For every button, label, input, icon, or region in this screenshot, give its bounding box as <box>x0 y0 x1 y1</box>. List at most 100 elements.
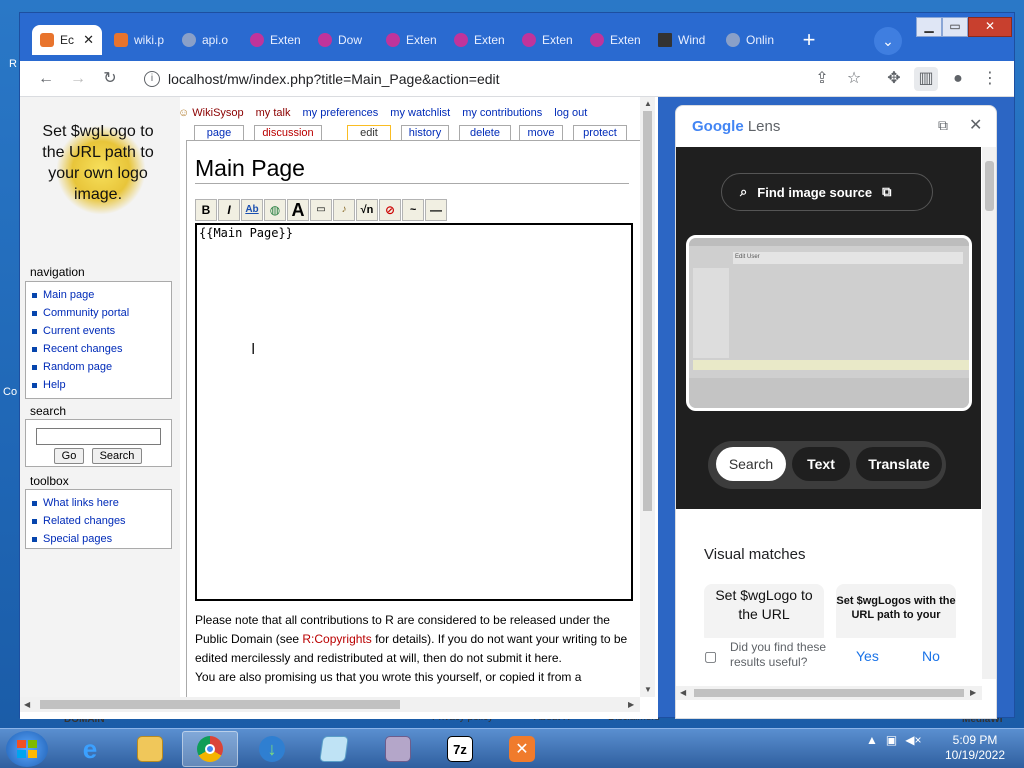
address-bar[interactable]: i localhost/mw/index.php?title=Main_Page… <box>134 65 864 93</box>
reload-icon[interactable]: ↻ <box>98 67 122 91</box>
search-button[interactable]: Search <box>92 448 142 464</box>
nav-recent-changes[interactable]: Recent changes <box>32 340 171 358</box>
scrollbar-thumb[interactable] <box>694 689 964 697</box>
embedded-image-icon[interactable]: ▭ <box>310 199 332 221</box>
tab[interactable]: Exten <box>242 25 310 55</box>
tab-history[interactable]: history <box>401 125 449 140</box>
media-file-icon[interactable]: ♪ <box>333 199 355 221</box>
maximize-button[interactable]: ▭ <box>942 17 968 37</box>
external-link-globe-icon[interactable]: ◍ <box>264 199 286 221</box>
go-button[interactable]: Go <box>54 448 84 464</box>
scroll-left-icon[interactable]: ◀ <box>24 700 30 709</box>
clock[interactable]: 5:09 PM 10/19/2022 <box>940 733 1010 763</box>
tab-edit[interactable]: edit <box>347 125 391 140</box>
nav-help[interactable]: Help <box>32 376 171 394</box>
tab-search-chevron-icon[interactable]: ⌄ <box>874 27 902 55</box>
tab-active[interactable]: Ec ✕ <box>32 25 102 55</box>
my-talk-link[interactable]: my talk <box>256 107 291 119</box>
taskbar-winrar[interactable] <box>370 731 426 767</box>
signature-icon[interactable]: ~ <box>402 199 424 221</box>
nav-random-page[interactable]: Random page <box>32 358 171 376</box>
tab[interactable]: Onlin <box>718 25 786 55</box>
find-image-source-button[interactable]: ⌕ Find image source ⧉ <box>721 173 933 211</box>
tab[interactable]: Exten <box>446 25 514 55</box>
site-info-icon[interactable]: i <box>144 71 160 87</box>
forward-arrow-icon[interactable]: → <box>66 67 90 91</box>
feedback-no-button[interactable]: No <box>922 648 940 664</box>
tab-delete[interactable]: delete <box>459 125 511 140</box>
scrollbar-thumb[interactable] <box>40 700 400 709</box>
open-in-new-tab-icon[interactable]: ⧉ <box>938 117 948 134</box>
scrollbar-thumb[interactable] <box>643 111 652 511</box>
close-panel-icon[interactable]: ✕ <box>969 115 982 135</box>
scroll-left-icon[interactable]: ◀ <box>680 688 686 697</box>
math-formula-icon[interactable]: √n <box>356 199 378 221</box>
internal-link-icon[interactable]: Ab <box>241 199 263 221</box>
network-icon[interactable]: ▣ <box>886 733 897 747</box>
tab[interactable]: Wind <box>650 25 718 55</box>
scroll-up-icon[interactable]: ▲ <box>644 99 652 108</box>
scroll-right-icon[interactable]: ▶ <box>970 688 976 697</box>
taskbar-internet-explorer[interactable]: e <box>62 731 118 767</box>
profile-avatar-icon[interactable]: ● <box>946 67 970 91</box>
toolbox-special-pages[interactable]: Special pages <box>32 530 171 548</box>
nowiki-icon[interactable]: ⊘ <box>379 199 401 221</box>
tab[interactable]: Exten <box>378 25 446 55</box>
lens-tab-search[interactable]: Search <box>716 447 786 481</box>
wikitext-textarea[interactable]: {{Main Page}} <box>195 223 633 601</box>
minimize-button[interactable]: ▁ <box>916 17 942 37</box>
visual-match-card[interactable]: Set $wgLogo to the URL <box>704 584 824 644</box>
scroll-right-icon[interactable]: ▶ <box>628 700 634 709</box>
horizontal-line-icon[interactable]: — <box>425 199 447 221</box>
lens-tab-translate[interactable]: Translate <box>856 447 942 481</box>
log-out-link[interactable]: log out <box>554 107 587 119</box>
tab[interactable]: Exten <box>582 25 650 55</box>
toolbox-what-links-here[interactable]: What links here <box>32 494 171 512</box>
tab[interactable]: wiki.p <box>106 25 174 55</box>
taskbar-xampp[interactable]: ✕ <box>494 731 550 767</box>
tab-page[interactable]: page <box>194 125 244 140</box>
bookmark-star-icon[interactable]: ☆ <box>842 67 866 91</box>
copyrights-link[interactable]: R:Copyrights <box>302 632 371 646</box>
new-tab-button[interactable]: + <box>796 28 822 54</box>
close-tab-icon[interactable]: ✕ <box>83 32 94 48</box>
start-button[interactable] <box>6 731 48 767</box>
tab[interactable]: api.o <box>174 25 242 55</box>
lens-vertical-scrollbar[interactable] <box>982 147 996 679</box>
taskbar-file-explorer[interactable] <box>122 731 178 767</box>
back-arrow-icon[interactable]: ← <box>34 67 58 91</box>
share-icon[interactable]: ⇪ <box>810 67 834 91</box>
tab-protect[interactable]: protect <box>573 125 627 140</box>
selected-image-thumbnail[interactable]: Edit User <box>686 235 972 411</box>
close-window-button[interactable]: ✕ <box>968 17 1012 37</box>
headline-icon[interactable]: A <box>287 199 309 221</box>
menu-kebab-icon[interactable]: ⋮ <box>978 67 1002 91</box>
tab[interactable]: Exten <box>514 25 582 55</box>
user-link[interactable]: ☺ WikiSysop <box>178 107 244 119</box>
bold-icon[interactable]: B <box>195 199 217 221</box>
tab-move[interactable]: move <box>519 125 563 140</box>
tab-discussion[interactable]: discussion <box>254 125 322 140</box>
visual-match-card[interactable]: Set $wgLogos with the URL path to your <box>836 584 956 644</box>
tray-expand-icon[interactable]: ▲ <box>866 733 878 747</box>
my-contributions-link[interactable]: my contributions <box>462 107 542 119</box>
page-horizontal-scrollbar[interactable]: ◀ ▶ <box>20 697 640 712</box>
nav-current-events[interactable]: Current events <box>32 322 171 340</box>
scroll-down-icon[interactable]: ▼ <box>644 685 652 694</box>
lens-horizontal-scrollbar[interactable]: ◀ ▶ <box>676 686 982 700</box>
taskbar-notepad[interactable] <box>306 731 362 767</box>
taskbar-download-manager[interactable]: ↓ <box>244 731 300 767</box>
tab[interactable]: Dow <box>310 25 378 55</box>
volume-muted-icon[interactable]: ◀× <box>905 733 921 747</box>
feedback-yes-button[interactable]: Yes <box>856 648 879 664</box>
italic-icon[interactable]: I <box>218 199 240 221</box>
my-preferences-link[interactable]: my preferences <box>302 107 378 119</box>
toolbox-related-changes[interactable]: Related changes <box>32 512 171 530</box>
nav-community-portal[interactable]: Community portal <box>32 304 171 322</box>
side-panel-icon[interactable]: ▥ <box>914 67 938 91</box>
taskbar-google-chrome[interactable] <box>182 731 238 767</box>
nav-main-page[interactable]: Main page <box>32 286 171 304</box>
page-vertical-scrollbar[interactable]: ▲ ▼ <box>640 97 655 697</box>
extensions-puzzle-icon[interactable]: ✥ <box>882 67 906 91</box>
lens-tab-text[interactable]: Text <box>792 447 850 481</box>
